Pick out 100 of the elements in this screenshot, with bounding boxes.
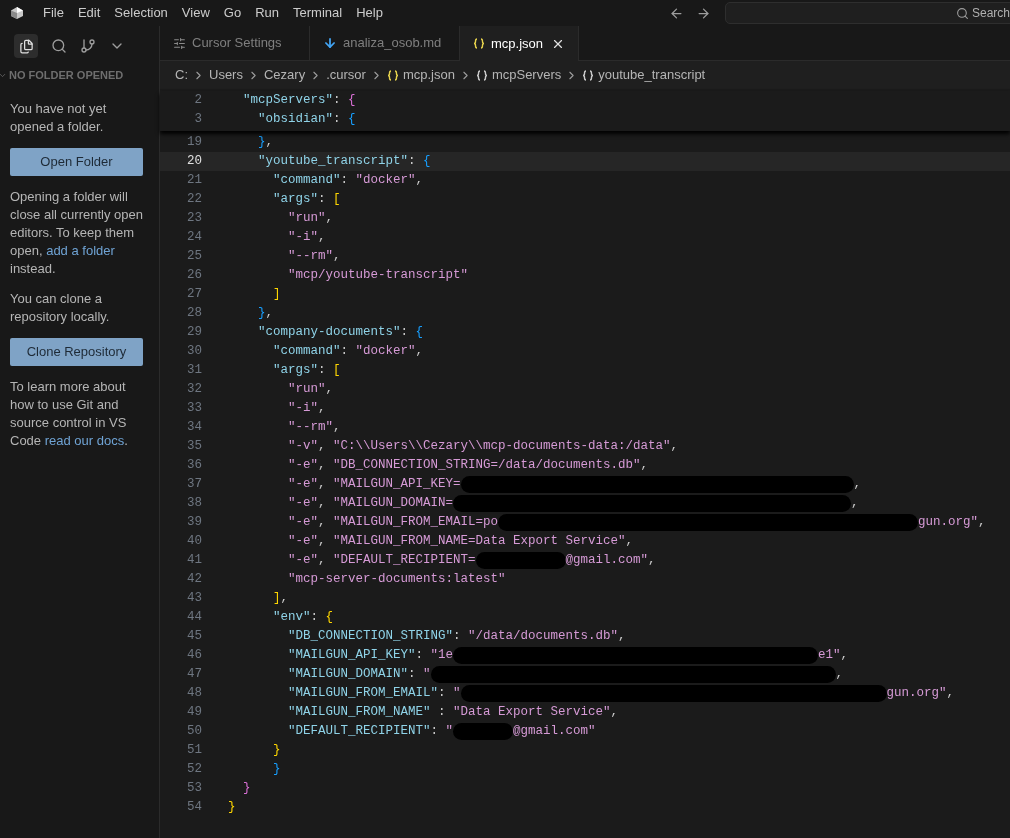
- line-number: 25: [186, 248, 202, 266]
- menu-item[interactable]: Help: [349, 3, 390, 23]
- code-text: ,: [851, 495, 859, 513]
- code-line: "command": "docker",: [272, 172, 424, 190]
- sliders-icon: [173, 36, 186, 50]
- code-line: ]: [272, 286, 281, 304]
- line-number: 50: [186, 723, 202, 741]
- code-line: "-i",: [287, 400, 326, 418]
- line-number: 35: [186, 438, 202, 456]
- forward-arrow-icon[interactable]: [696, 5, 711, 21]
- code-text: "-e", "DEFAULT_RECIPIENT=: [287, 552, 476, 570]
- code-line: "-v", "C:\\Users\\Cezary\\mcp-documents-data:/data",: [287, 438, 679, 456]
- code-line: "args": [: [272, 191, 341, 209]
- line-number: 28: [186, 305, 202, 323]
- menu-item[interactable]: Selection: [107, 3, 175, 23]
- breadcrumb-item[interactable]: Cezary: [263, 65, 306, 85]
- editor-tab[interactable]: mcp.json: [460, 26, 580, 61]
- code-line: },: [257, 305, 274, 323]
- line-number: 22: [186, 191, 202, 209]
- code-text: ,: [835, 666, 844, 684]
- breadcrumb-item[interactable]: .cursor: [326, 65, 366, 85]
- explorer-tab[interactable]: [14, 34, 38, 58]
- code-text: ,: [853, 476, 862, 494]
- breadcrumb-item[interactable]: mcp.json: [402, 65, 455, 85]
- line-number: 33: [186, 400, 202, 418]
- sidebar-text: You have not yet opened a folder.: [10, 100, 108, 136]
- search-field[interactable]: Search: [725, 2, 1010, 24]
- code-line: }: [272, 761, 281, 779]
- sidebar-button[interactable]: Clone Repository: [10, 338, 143, 366]
- line-number: 23: [186, 210, 202, 228]
- arrow-down-icon: [323, 36, 337, 50]
- sidebar-text: You can clone a repository locally.: [10, 290, 111, 326]
- line-number: 3: [193, 111, 202, 129]
- code-line: ],: [272, 590, 289, 608]
- line-number: 38: [186, 495, 202, 513]
- line-number: 36: [186, 457, 202, 475]
- menu-item[interactable]: Edit: [70, 3, 108, 23]
- text-link[interactable]: add a folder: [46, 243, 115, 258]
- code-text: e1",: [818, 647, 849, 665]
- code-text: "MAILGUN_FROM_EMAIL": ": [287, 685, 461, 703]
- line-number: 30: [186, 343, 202, 361]
- sidebar-text: To learn more about how to use Git and source control in VS Code read our docs.: [10, 378, 129, 450]
- back-arrow-icon[interactable]: [669, 5, 684, 21]
- search-icon: [955, 6, 969, 20]
- code-line: }: [272, 742, 281, 760]
- code-text: "-e", "MAILGUN_DOMAIN=: [287, 495, 454, 513]
- code-line: "DB_CONNECTION_STRING": "/data/documents.db",: [287, 628, 626, 646]
- line-number: 2: [193, 92, 202, 110]
- git-branch-icon[interactable]: [80, 38, 96, 54]
- code-line: "-i",: [287, 229, 326, 247]
- search-icon[interactable]: [51, 38, 67, 54]
- breadcrumb-item[interactable]: C:: [175, 65, 188, 85]
- line-number: 21: [186, 172, 202, 190]
- code-text: gun.org",: [918, 514, 986, 532]
- code-text: gun.org",: [886, 685, 955, 703]
- line-number: 31: [186, 362, 202, 380]
- line-number: 29: [186, 324, 202, 342]
- code-line: "--rm",: [287, 248, 341, 266]
- menu-item[interactable]: Run: [248, 3, 286, 23]
- braces-icon: [475, 69, 488, 81]
- menu-item[interactable]: Go: [216, 3, 249, 23]
- code-line: "env": {: [272, 609, 334, 627]
- line-number: 53: [186, 780, 202, 798]
- line-number: 51: [186, 742, 202, 760]
- line-number: 41: [186, 552, 202, 570]
- line-number: 44: [186, 609, 202, 627]
- code-text: @gmail.com",: [565, 552, 656, 570]
- code-line: "--rm",: [287, 419, 341, 437]
- search-placeholder: Search: [971, 5, 1010, 22]
- code-line: "args": [: [272, 362, 341, 380]
- line-number: 49: [186, 704, 202, 722]
- menu-item[interactable]: File: [36, 3, 71, 23]
- sidebar-button[interactable]: Open Folder: [10, 148, 143, 176]
- code-line: "MAILGUN_FROM_NAME" : "Data Export Service",: [287, 704, 619, 722]
- line-number: 24: [186, 229, 202, 247]
- code-line: "company-documents": {: [257, 324, 424, 342]
- braces-icon: [473, 38, 485, 49]
- braces-icon: [582, 69, 595, 81]
- code-text: "MAILGUN_DOMAIN": ": [287, 666, 431, 684]
- braces-icon: [386, 69, 399, 81]
- breadcrumb-item[interactable]: youtube_transcript: [598, 65, 706, 85]
- line-number: 37: [186, 476, 202, 494]
- line-number: 52: [186, 761, 202, 779]
- code-line: }: [242, 780, 251, 798]
- line-number: 32: [186, 381, 202, 399]
- menu-item[interactable]: Terminal: [286, 3, 350, 23]
- sidebar-text: Opening a folder will close all currently open editors. To keep them open, add a folder instead.: [10, 188, 143, 278]
- code-text: "-e", "MAILGUN_FROM_EMAIL=po: [287, 514, 499, 532]
- files-icon: [18, 38, 34, 54]
- breadcrumb-item[interactable]: Users: [209, 65, 243, 85]
- menu-item[interactable]: View: [174, 3, 217, 23]
- code-line: "command": "docker",: [272, 343, 424, 361]
- line-number: 45: [186, 628, 202, 646]
- breadcrumb-item[interactable]: mcpServers: [491, 65, 562, 85]
- line-number: 39: [186, 514, 202, 532]
- line-number: 48: [186, 685, 202, 703]
- line-number: 47: [186, 666, 202, 684]
- line-number: 43: [186, 590, 202, 608]
- cube-logo-icon: [10, 6, 24, 20]
- code-text: @gmail.com": [513, 723, 596, 741]
